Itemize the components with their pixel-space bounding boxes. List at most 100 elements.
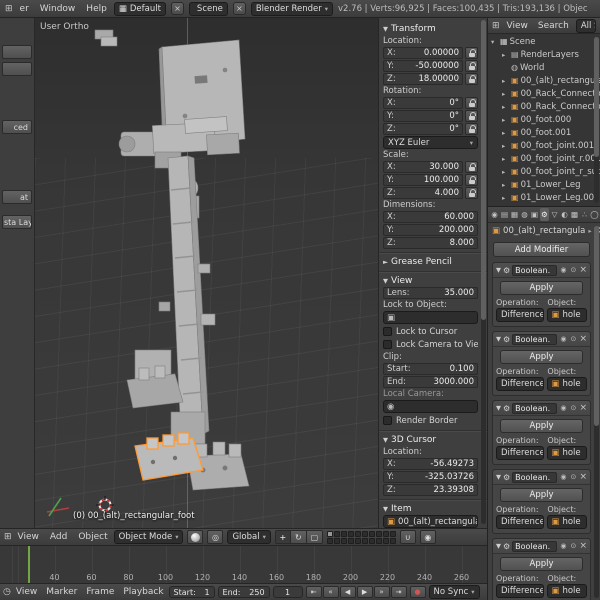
expand-arrow-icon[interactable]: ▾ xyxy=(491,38,498,46)
menu-item[interactable]: Window xyxy=(38,4,78,14)
menu-item[interactable]: Help xyxy=(84,4,109,14)
scene-tab[interactable]: ▦ xyxy=(510,208,519,221)
play-reverse-button[interactable]: ◀ xyxy=(339,586,356,598)
editor-type-icon[interactable]: ⊞ xyxy=(4,532,12,542)
lock-icon[interactable] xyxy=(465,73,478,85)
current-frame-field[interactable]: 1 xyxy=(272,586,303,598)
number-field[interactable]: X: 30.000 xyxy=(383,161,463,173)
checkbox[interactable] xyxy=(383,327,392,336)
lens-field[interactable]: Lens: 35.000 xyxy=(383,287,478,299)
number-field[interactable]: Y: 0° xyxy=(383,110,463,122)
apply-modifier-button[interactable]: Apply xyxy=(499,281,584,295)
operation-dropdown[interactable]: Difference ▾ xyxy=(496,446,545,460)
scale-manipulator-button[interactable]: ▢ xyxy=(306,530,323,544)
record-button[interactable]: ● xyxy=(409,586,426,598)
render-tab[interactable]: ◉ xyxy=(490,208,499,221)
expand-arrow-icon[interactable]: ▼ xyxy=(496,266,501,274)
expand-arrow-icon[interactable]: ▸ xyxy=(502,194,509,202)
menu-item[interactable]: View xyxy=(14,587,39,597)
render-visibility-toggle[interactable]: ◉ xyxy=(559,404,567,412)
screen-layout-dropdown[interactable]: ▦ Default xyxy=(113,1,166,16)
modifier-header[interactable]: ▼ ⚙ Boolean. ◉ ⊙ × xyxy=(493,332,590,347)
lock-icon[interactable] xyxy=(465,174,478,186)
clip-start-field[interactable]: Start: 0.100 xyxy=(383,363,478,375)
modifiers-tab[interactable]: ⚙ xyxy=(540,208,549,221)
delete-modifier-button[interactable]: × xyxy=(579,334,587,344)
outliner-item[interactable]: ▸ ▣ 00_foot_joint_r.001 xyxy=(488,152,600,165)
render-layers-tab[interactable]: ▤ xyxy=(500,208,509,221)
translate-manipulator-button[interactable]: + xyxy=(274,530,291,544)
scrollbar[interactable] xyxy=(481,20,486,524)
scrollbar-thumb[interactable] xyxy=(594,226,599,426)
expand-arrow-icon[interactable]: ▼ xyxy=(496,335,501,343)
tool-shelf-button[interactable] xyxy=(2,62,32,76)
outliner-item[interactable]: ▸ ▣ 00_foot.000 xyxy=(488,113,600,126)
item-panel-header[interactable]: ▼ Item xyxy=(383,502,478,515)
clip-end-field[interactable]: End: 3000.000 xyxy=(383,376,478,388)
particles-tab[interactable]: ∴ xyxy=(580,208,589,221)
render-opengl-button[interactable]: ◉ xyxy=(419,530,436,544)
apply-modifier-button[interactable]: Apply xyxy=(499,557,584,571)
render-visibility-toggle[interactable]: ◉ xyxy=(559,335,567,343)
expand-arrow-icon[interactable]: ▸ xyxy=(502,181,509,189)
physics-tab[interactable]: ◯ xyxy=(590,208,599,221)
breadcrumb-object-name[interactable]: 00_(alt)_rectangula xyxy=(503,226,585,236)
mode-dropdown[interactable]: Object Mode ▾ xyxy=(113,530,184,544)
object-field[interactable]: ▣ hole xyxy=(547,308,587,322)
start-frame-field[interactable]: Start: 1 xyxy=(168,586,215,598)
outliner-item[interactable]: ▾ ▦ Scene xyxy=(488,35,600,48)
lock-icon[interactable] xyxy=(465,161,478,173)
render-visibility-toggle[interactable]: ◉ xyxy=(559,473,567,481)
sync-dropdown[interactable]: No Sync ▾ xyxy=(428,585,480,599)
object-data-tab[interactable]: ▽ xyxy=(550,208,559,221)
modifier-name-field[interactable]: Boolean. xyxy=(512,264,558,276)
local-camera-field[interactable]: ◉ xyxy=(383,400,478,413)
jump-to-start-button[interactable]: ⇤ xyxy=(305,586,322,598)
number-field[interactable]: Y: 100.000 xyxy=(383,174,463,186)
layers-widget[interactable] xyxy=(326,530,396,544)
outliner-item[interactable]: ▸ ▣ 00_Rack_Connector.003 xyxy=(488,87,600,100)
number-field[interactable]: X: -56.49273 xyxy=(383,458,478,470)
transform-orientation-dropdown[interactable]: Global ▾ xyxy=(227,530,271,544)
outliner-item[interactable]: ▸ ▣ 00_foot_joint_r_support xyxy=(488,165,600,178)
expand-arrow-icon[interactable]: ▸ xyxy=(502,103,509,111)
3d-cursor-panel-header[interactable]: ▼ 3D Cursor xyxy=(383,433,478,446)
delete-modifier-button[interactable]: × xyxy=(579,541,587,551)
scene-dropdown[interactable]: Scene xyxy=(188,1,228,16)
expand-arrow-icon[interactable]: ▼ xyxy=(496,542,501,550)
render-border-row[interactable]: Render Border xyxy=(383,414,478,427)
modifier-header[interactable]: ▼ ⚙ Boolean. ◉ ⊙ × xyxy=(493,539,590,554)
object-field[interactable]: ▣ hole xyxy=(547,377,587,391)
modifier-header[interactable]: ▼ ⚙ Boolean. ◉ ⊙ × xyxy=(493,263,590,278)
modifier-name-field[interactable]: Boolean. xyxy=(512,402,558,414)
apply-modifier-button[interactable]: Apply xyxy=(499,419,584,433)
lock-camera-row[interactable]: Lock Camera to View xyxy=(383,338,478,351)
lock-icon[interactable] xyxy=(465,60,478,72)
outliner-item[interactable]: ▸ ▣ 01_Lower_Leg xyxy=(488,178,600,191)
number-field[interactable]: Z: 4.000 xyxy=(383,187,463,199)
menu-item[interactable]: Search xyxy=(536,21,571,31)
unlink-scene-button[interactable]: × xyxy=(232,2,246,15)
viewport-visibility-toggle[interactable]: ⊙ xyxy=(569,266,577,274)
texture-tab[interactable]: ▩ xyxy=(570,208,579,221)
expand-arrow-icon[interactable]: ▸ xyxy=(502,155,509,163)
menu-item[interactable]: View xyxy=(16,532,41,542)
grease-pencil-panel-header[interactable]: ► Grease Pencil xyxy=(383,255,478,268)
expand-arrow-icon[interactable]: ▸ xyxy=(502,116,509,124)
expand-arrow-icon[interactable]: ▸ xyxy=(502,77,509,85)
play-button[interactable]: ▶ xyxy=(356,586,373,598)
number-field[interactable]: Z: 18.00000 xyxy=(383,73,463,85)
operation-dropdown[interactable]: Difference ▾ xyxy=(496,377,545,391)
3d-model[interactable] xyxy=(35,18,378,528)
menu-item[interactable]: Object xyxy=(76,532,109,542)
render-visibility-toggle[interactable]: ◉ xyxy=(559,542,567,550)
lock-icon[interactable] xyxy=(465,187,478,199)
outliner-item[interactable]: ▸ ▣ 00_foot_joint.001 xyxy=(488,139,600,152)
outliner-item[interactable]: ▸ ▣ 01_Lower_Leg.001 xyxy=(488,191,600,204)
object-field[interactable]: ▣ hole xyxy=(547,584,587,598)
view-panel-header[interactable]: ▼ View xyxy=(383,274,478,287)
delete-modifier-button[interactable]: × xyxy=(579,265,587,275)
delete-modifier-button[interactable]: × xyxy=(579,472,587,482)
outliner-item[interactable]: ▸ ▤ RenderLayers xyxy=(488,48,600,61)
number-field[interactable]: Y: -325.03726 xyxy=(383,471,478,483)
